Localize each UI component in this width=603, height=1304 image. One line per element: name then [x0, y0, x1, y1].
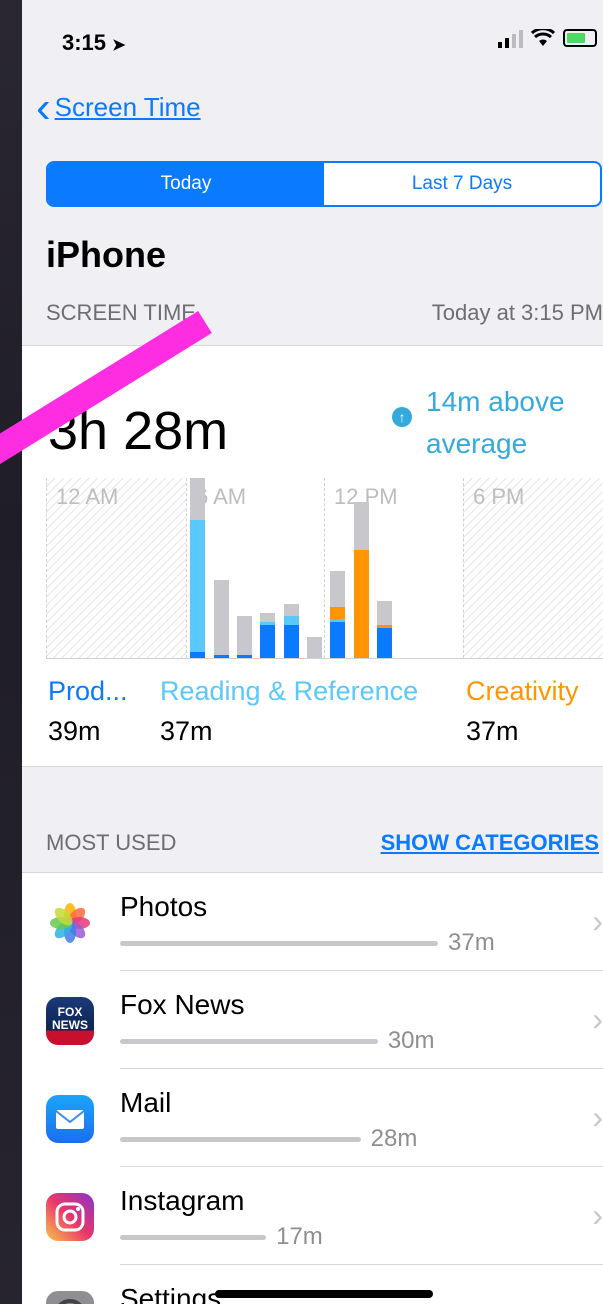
app-row-settings[interactable]: Settings: [22, 1265, 603, 1304]
background: [0, 0, 22, 1304]
app-name: Mail: [120, 1087, 172, 1118]
usage-bar: [120, 1235, 267, 1240]
usage-card[interactable]: 3h 28m ↑ 14m above average 12 AM 6 AM 12…: [22, 345, 603, 767]
bar-segment-other: [283, 604, 299, 616]
status-time: 3:15 ➤: [62, 30, 126, 56]
usage-time: 37m: [448, 929, 495, 956]
usage-time: 28m: [370, 1125, 418, 1152]
fox-news-app-icon: FOX NEWS: [46, 997, 94, 1045]
usage-bar: [120, 1137, 361, 1142]
show-categories-button[interactable]: SHOW CATEGORIES: [381, 830, 599, 856]
bar-segment-other: [190, 478, 206, 520]
back-label: Screen Time: [54, 92, 201, 122]
status-icons: [498, 28, 597, 48]
hourly-usage-chart: 12 AM 6 AM 12 PM 6 PM: [46, 478, 603, 659]
bar-segment-creativity: [376, 625, 392, 628]
category-reading-reference-time: 37m: [160, 716, 213, 746]
battery-icon: [563, 29, 597, 47]
most-used-label: MOST USED: [46, 830, 177, 855]
mail-app-icon: [46, 1095, 94, 1143]
category-productivity: Prod...: [48, 676, 128, 706]
app-name: Photos: [120, 891, 208, 922]
bar-segment-productivity: [260, 625, 276, 658]
chevron-right-icon: ›: [592, 1099, 603, 1135]
most-used-header: MOST USED SHOW CATEGORIES: [46, 830, 603, 856]
bar-segment-reading-reference: [330, 619, 346, 622]
settings-app-icon: [46, 1291, 94, 1304]
bar-segment-other: [353, 502, 369, 550]
x-tick-label: 6 PM: [473, 484, 525, 509]
app-name: Settings: [120, 1283, 222, 1304]
average-delta-text: 14m above average: [426, 386, 565, 459]
chart-baseline: [46, 658, 603, 659]
bar-segment-reading-reference: [260, 622, 276, 625]
category-creativity: Creativity: [466, 676, 579, 706]
screen-time-header: SCREEN TIME Today at 3:15 PM: [46, 300, 603, 326]
chevron-right-icon: ›: [592, 1001, 603, 1037]
category-reading-reference: Reading & Reference: [160, 676, 419, 706]
location-icon: ➤: [112, 37, 126, 54]
chevron-right-icon: ›: [592, 1197, 603, 1233]
app-row-fox-news[interactable]: FOX NEWS Fox News 30m ›: [22, 971, 603, 1069]
app-name: Instagram: [120, 1185, 245, 1216]
segment-today[interactable]: Today: [48, 163, 324, 205]
bar-segment-reading-reference: [190, 520, 206, 652]
arrow-up-circle-icon: ↑: [392, 407, 412, 427]
bar-segment-other: [330, 571, 346, 607]
average-delta: ↑ 14m above average: [392, 381, 603, 465]
app-name: Fox News: [120, 989, 245, 1020]
bar-segment-other: [213, 580, 229, 655]
bar-segment-productivity: [190, 652, 206, 658]
usage-time: 30m: [387, 1027, 435, 1054]
bar-segment-productivity: [376, 628, 392, 658]
bar-segment-other: [260, 613, 276, 622]
chart-gridline: [463, 478, 464, 658]
app-row-photos[interactable]: Photos 37m ›: [22, 873, 603, 971]
bar-segment-other: [236, 616, 252, 655]
category-productivity-time: 39m: [48, 716, 101, 746]
bar-segment-creativity: [353, 550, 369, 658]
bar-segment-productivity: [283, 625, 299, 658]
chevron-left-icon: ‹: [36, 82, 51, 132]
chart-gridline: [186, 478, 187, 658]
chart-gridline: [324, 478, 325, 658]
usage-bar: [120, 1039, 378, 1044]
usage-bar: [120, 941, 438, 946]
most-used-list: Photos 37m › FOX NEWS Fox News 30m › Mai…: [22, 872, 603, 1304]
status-time-text: 3:15: [62, 30, 107, 55]
x-tick-label: 12 AM: [56, 484, 119, 509]
app-row-instagram[interactable]: Instagram 17m ›: [22, 1167, 603, 1265]
chevron-right-icon: ›: [592, 903, 603, 939]
bar-segment-other: [306, 637, 322, 658]
wifi-icon: [531, 29, 555, 46]
bar-segment-productivity: [213, 655, 229, 658]
period-segmented-control: Today Last 7 Days: [46, 161, 602, 207]
back-button[interactable]: ‹ Screen Time: [36, 82, 201, 132]
bar-segment-productivity: [236, 655, 252, 658]
screen-time-label: SCREEN TIME: [46, 300, 196, 325]
bar-segment-productivity: [330, 622, 346, 658]
usage-time: 17m: [276, 1223, 323, 1250]
segment-last-7-days[interactable]: Last 7 Days: [324, 163, 600, 205]
category-creativity-time: 37m: [466, 716, 519, 746]
cellular-signal-icon: [498, 28, 523, 48]
bar-segment-creativity: [330, 607, 346, 619]
fox-news-logo-text: FOX NEWS: [52, 1005, 88, 1032]
screen-time-timestamp: Today at 3:15 PM: [431, 300, 603, 325]
bar-segment-reading-reference: [283, 616, 299, 625]
app-row-mail[interactable]: Mail 28m ›: [22, 1069, 603, 1167]
bar-segment-other: [376, 601, 392, 625]
total-screen-time: 3h 28m: [48, 401, 229, 461]
phone-screen: 3:15 ➤ ‹ Screen Time Today Last 7 Days i…: [22, 0, 603, 1304]
photos-app-icon: [46, 899, 94, 947]
instagram-app-icon: [46, 1193, 94, 1241]
device-title: iPhone: [46, 234, 167, 275]
chart-gridline: [46, 478, 47, 658]
home-indicator: [215, 1290, 433, 1298]
